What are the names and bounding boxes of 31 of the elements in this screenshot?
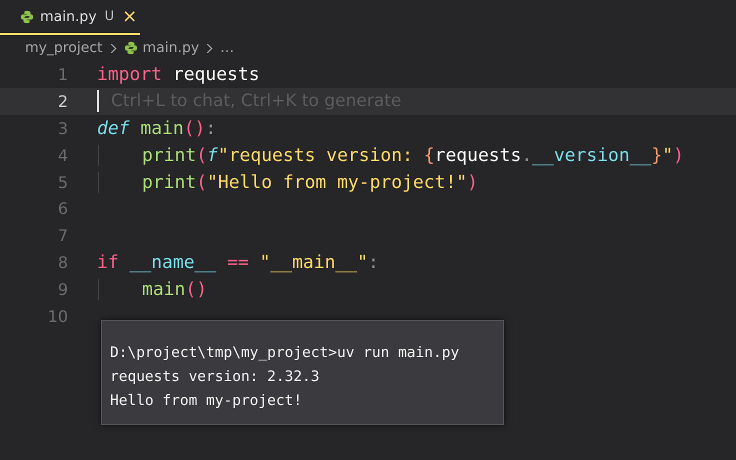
line-number: 2 — [56, 92, 68, 111]
terminal-output-line: D:\project\tmp\my_project>uv run main.py — [110, 344, 460, 363]
line-number: 1 — [56, 64, 68, 84]
line-number: 9 — [56, 280, 68, 300]
python-file-icon — [20, 10, 34, 24]
line-number: 3 — [56, 118, 68, 138]
breadcrumb-item[interactable]: … — [220, 40, 234, 56]
chevron-right-icon — [110, 42, 117, 54]
chevron-right-icon — [206, 42, 214, 54]
code-line: print(f"requests version: {requests.__version__}") — [98, 144, 684, 166]
line-number: 7 — [56, 226, 68, 246]
breadcrumb-item[interactable]: main.py — [142, 40, 200, 56]
breadcrumb-item[interactable]: my_project — [25, 40, 103, 56]
line-number: 4 — [56, 146, 68, 165]
terminal-output-line: Hello from my-project! — [110, 392, 304, 411]
code-line: if __name__ == "__main__": — [97, 252, 379, 274]
line-number: 5 — [56, 172, 68, 192]
line-number: 8 — [56, 253, 68, 272]
close-button[interactable]: × — [120, 8, 140, 26]
editor-tab[interactable]: main.py U × — [0, 0, 140, 35]
line-number: 6 — [56, 199, 68, 218]
text-cursor — [97, 90, 99, 112]
tab-status: U — [104, 9, 114, 24]
code-line: import requests — [97, 64, 260, 85]
code-line: main() — [98, 279, 208, 300]
tab-label: main.py — [40, 8, 97, 24]
code-line: print("Hello from my-project!") — [98, 172, 478, 192]
code-line: def main(): — [97, 118, 216, 139]
terminal-output-line: requests version: 2.32.3 — [110, 368, 321, 387]
line-number: 10 — [46, 306, 68, 326]
python-file-icon — [124, 41, 138, 55]
